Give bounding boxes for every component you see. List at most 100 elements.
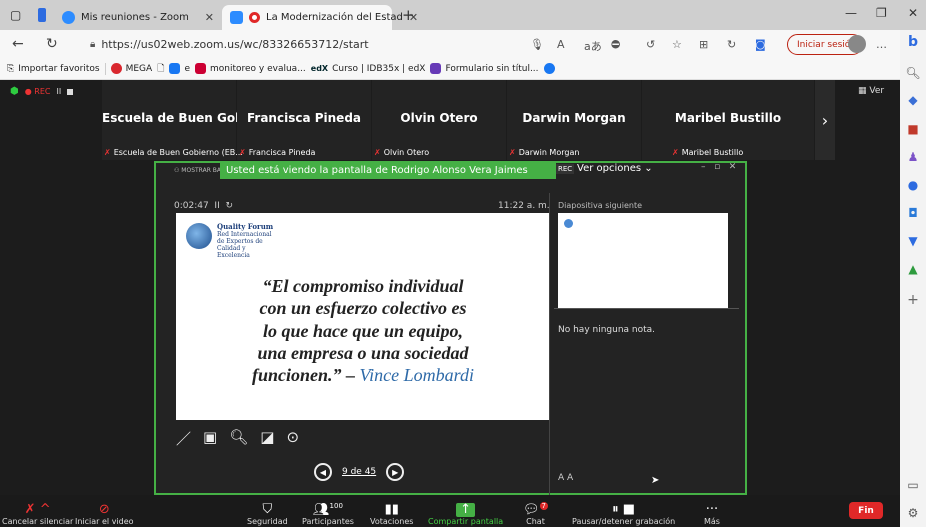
- favorite-label: MEGA: [125, 63, 153, 74]
- translate-icon[interactable]: aあ: [584, 38, 602, 54]
- read-aloud-icon[interactable]: A: [557, 38, 565, 51]
- participant-name: Francisca Pineda: [246, 111, 362, 125]
- security-button[interactable]: ⛉ Seguridad: [247, 495, 288, 527]
- view-options-button[interactable]: Ver opciones ⌄: [577, 163, 653, 174]
- favorite-monitoreo[interactable]: monitoreo y evalua...: [194, 63, 306, 74]
- page-indicator[interactable]: 9 de 45: [342, 467, 376, 477]
- more-menu-icon[interactable]: …: [876, 38, 887, 51]
- collections-icon[interactable]: ⊞: [699, 38, 708, 51]
- tree-icon[interactable]: ▲: [900, 262, 926, 276]
- mic-permission-icon[interactable]: 🎙︎: [530, 38, 544, 51]
- tracking-icon[interactable]: ⛔︎: [611, 38, 620, 52]
- lock-icon: 🔒︎: [90, 39, 96, 50]
- pause-icon[interactable]: II: [209, 201, 219, 211]
- divider: [549, 193, 550, 495]
- favorite-page[interactable]: 🗋︎: [157, 61, 164, 77]
- subtitles-icon[interactable]: ◪: [260, 428, 274, 449]
- chat-button[interactable]: 💬︎ 7 Chat: [523, 495, 548, 527]
- chevron-right-icon: ›: [821, 110, 829, 130]
- extension-icon[interactable]: ↺: [646, 38, 655, 51]
- recording-icon: [249, 12, 260, 23]
- workspace-icon[interactable]: [38, 8, 46, 22]
- zoom-extension-icon[interactable]: ◙: [755, 38, 766, 51]
- close-tab-icon[interactable]: ✕: [205, 11, 214, 24]
- participant-label: ✗ Maribel Bustillo: [672, 148, 743, 157]
- tools-icon[interactable]: ■: [900, 122, 926, 136]
- participants-count: 100: [329, 501, 343, 510]
- shopping-tag-icon[interactable]: ◆: [900, 93, 926, 107]
- all-slides-icon[interactable]: ▣: [203, 428, 217, 449]
- minimize-icon[interactable]: —: [845, 6, 857, 20]
- mic-muted-icon: ✗: [374, 148, 381, 157]
- notes-text: No hay ninguna nota.: [558, 325, 656, 335]
- start-video-button[interactable]: ⊘ Iniciar el video: [75, 495, 134, 527]
- close-window-icon[interactable]: ✕: [908, 6, 918, 20]
- polls-icon: ▮▮: [384, 502, 399, 517]
- avatar[interactable]: [848, 35, 866, 53]
- search-icon[interactable]: 🔍︎: [900, 66, 926, 80]
- back-icon[interactable]: ←: [12, 36, 24, 52]
- edge-sidebar: b 🔍︎ ◆ ■ ♟ ● ◘ ▼ ▲ + ▭ ⚙: [900, 30, 926, 527]
- favorite-forms[interactable]: Formulario sin títul...: [430, 63, 539, 74]
- end-meeting-button[interactable]: Fin: [849, 502, 883, 519]
- favorite-label: Importar favoritos: [18, 63, 100, 74]
- toolbar-label: Pausar/detener grabación: [572, 517, 676, 526]
- pen-icon[interactable]: ／: [176, 428, 191, 449]
- tab-bar: ▢ Mis reuniones - Zoom ✕ La Modernizació…: [0, 0, 926, 30]
- polls-button[interactable]: ▮▮ Votaciones: [370, 495, 413, 527]
- next-participants-button[interactable]: ›: [815, 80, 835, 160]
- shield-status-icon: ⬢: [10, 86, 19, 97]
- tab-mis-reuniones[interactable]: Mis reuniones - Zoom ✕: [54, 5, 222, 30]
- participant-name: Olvin Otero: [400, 111, 478, 125]
- url-field[interactable]: 🔒︎ https://us02web.zoom.us/wc/8332665371…: [82, 35, 764, 54]
- history-icon[interactable]: ↻: [727, 38, 736, 51]
- next-slide-button[interactable]: ▶: [386, 463, 405, 481]
- new-tab-button[interactable]: +: [402, 6, 415, 24]
- more-button[interactable]: ··· Más: [704, 495, 720, 527]
- share-screen-button[interactable]: ↑ Compartir pantalla: [428, 495, 503, 527]
- view-button[interactable]: ▦ Ver: [858, 86, 884, 96]
- bing-icon[interactable]: b: [900, 34, 926, 50]
- favorite-facebook[interactable]: e: [169, 63, 190, 74]
- outlook-icon[interactable]: ◘: [900, 206, 926, 220]
- quote-line: una empresa o una sociedad: [257, 342, 469, 363]
- add-icon[interactable]: +: [900, 292, 926, 308]
- refresh-icon[interactable]: ↻: [46, 36, 58, 52]
- sidebar-layout-icon[interactable]: ▭: [900, 478, 926, 492]
- settings-icon[interactable]: ⚙: [900, 506, 926, 520]
- previous-slide-button[interactable]: ◀: [314, 463, 332, 481]
- favorite-mega[interactable]: MEGA: [110, 63, 153, 74]
- next-slide-preview[interactable]: [558, 213, 728, 309]
- elapsed-text: 0:02:47: [174, 201, 209, 211]
- favorites-star-icon[interactable]: ☆: [672, 38, 682, 51]
- more-options-icon[interactable]: ⊙: [286, 428, 299, 449]
- rec-label: ● REC: [24, 87, 51, 96]
- favorite-label: Formulario sin títul...: [445, 63, 539, 74]
- restore-icon[interactable]: ❐: [876, 6, 887, 20]
- shared-screen: ⚇ MOSTRAR BARRA DE T Usted está viendo l…: [154, 161, 747, 495]
- pause-label[interactable]: II: [56, 87, 61, 96]
- unmute-button[interactable]: ✗ ^ Cancelar silenciar: [2, 495, 73, 527]
- window-controls[interactable]: – ▫ ✕: [701, 162, 736, 172]
- quote-author: Vince Lombardi: [359, 365, 475, 386]
- favorite-edx[interactable]: edX Curso | IDB35x | edX: [311, 64, 426, 74]
- font-size-buttons[interactable]: A A: [558, 473, 573, 483]
- toolbar-label: Más: [704, 517, 720, 526]
- drop-icon[interactable]: ▼: [900, 234, 926, 248]
- zoom-slide-icon[interactable]: 🔍︎: [229, 428, 248, 449]
- share-banner: Usted está viendo la pantalla de Rodrigo…: [220, 162, 556, 179]
- elapsed-timer: 0:02:47 II ↻: [174, 201, 233, 211]
- stop-icon[interactable]: [67, 88, 74, 95]
- tab-title: Mis reuniones - Zoom: [81, 12, 189, 23]
- zoom-app-icon: [230, 11, 243, 24]
- participants-button[interactable]: 👥︎100 Participantes: [302, 495, 354, 527]
- reset-icon[interactable]: ↻: [220, 201, 233, 211]
- facebook-round-icon[interactable]: [543, 63, 555, 74]
- pause-stop-recording-button[interactable]: ⏸ ■ Pausar/detener grabación: [572, 495, 675, 527]
- tab-modernizacion[interactable]: La Modernización del Estad ✕: [222, 5, 418, 30]
- games-icon[interactable]: ♟: [900, 150, 926, 164]
- favorite-import[interactable]: ⎘ Importar favoritos: [7, 64, 100, 74]
- mic-muted-icon: ✗: [509, 148, 516, 157]
- tab-actions-icon[interactable]: ▢: [10, 8, 21, 22]
- office-icon[interactable]: ●: [900, 178, 926, 192]
